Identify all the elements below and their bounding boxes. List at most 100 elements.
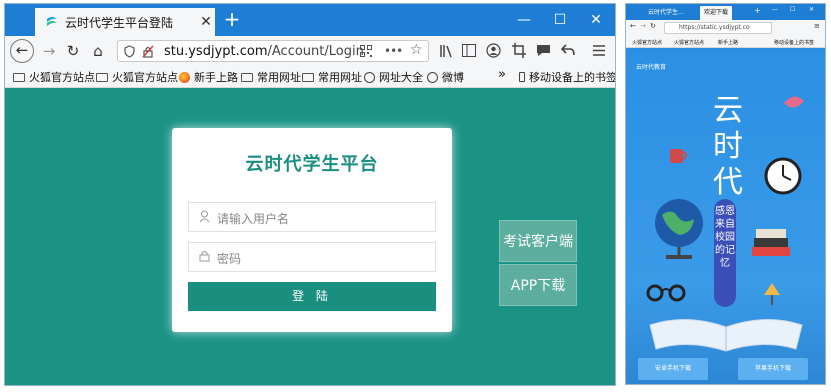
bookmark-label: 常用网址 [257, 71, 301, 84]
password-input[interactable]: 密码 [188, 242, 436, 272]
tab-login[interactable]: 云时代学生平台登陆 ✕ [35, 8, 215, 36]
reload-button[interactable]: ↻ [650, 22, 656, 30]
forward-button[interactable]: → [38, 40, 60, 62]
app-download-button[interactable]: APP下载 [499, 264, 577, 306]
hero-char: 代 [713, 165, 743, 200]
bookmark-label: 移动设备上的书签 [529, 71, 616, 84]
slogan: 感恩来自校园的记忆 [714, 199, 736, 307]
bookmark-item[interactable]: 火狐官方站点 [13, 69, 95, 85]
minimize-button[interactable]: — [506, 4, 542, 36]
ios-download-button[interactable]: 苹果手机下载 [738, 358, 808, 380]
chat-icon[interactable] [536, 44, 551, 57]
navigation-toolbar: ← → ↻ ⌂ stu.ysdjypt.com/Account/Login ••… [5, 36, 615, 66]
minimize-button[interactable]: — [772, 6, 778, 13]
lamp-icon [764, 283, 780, 305]
maximize-button[interactable]: ☐ [790, 6, 795, 13]
account-icon[interactable] [486, 43, 501, 58]
close-window-button[interactable]: ✕ [578, 4, 614, 36]
tab-close-icon[interactable]: ✕ [197, 14, 215, 30]
page-actions-icon[interactable]: ••• [384, 44, 403, 58]
home-button[interactable]: ⌂ [87, 40, 109, 62]
login-card: 云时代学生平台 请输入用户名 密码 登 陆 [172, 128, 452, 332]
browser-window-login: 云时代学生平台登陆 ✕ + — ☐ ✕ ← → ↻ ⌂ stu.ysdjypt.… [4, 3, 616, 386]
firefox-icon [179, 71, 190, 83]
undo-icon[interactable] [561, 44, 575, 56]
phone-icon [519, 72, 525, 82]
tab-bar: 云时代学生平台登陆 ✕ + — ☐ ✕ [5, 4, 615, 36]
bookmark-item[interactable]: 火狐官方站点 [674, 39, 704, 46]
mobile-bookmarks[interactable]: 移动设备上的书签 [519, 69, 616, 85]
close-window-button[interactable]: ✕ [809, 6, 814, 13]
menu-icon[interactable] [593, 45, 605, 56]
menu-icon[interactable]: ≡ [814, 22, 820, 30]
navigation-toolbar: ← → ↻ https://static.ysdjypt.co ≡ [626, 20, 825, 36]
bookmark-item[interactable]: 网址大全 [364, 69, 423, 85]
forward-button[interactable]: → [640, 22, 646, 30]
tab-bar: 云时代学生... 欢迎下载 + — ☐ ✕ [626, 4, 825, 20]
user-icon [199, 210, 210, 222]
bookmark-label: 微博 [442, 71, 464, 84]
mobile-bookmarks[interactable]: 移动设备上的书签 [774, 39, 814, 46]
bookmark-label: 新手上路 [194, 71, 238, 84]
bookmark-label: 网址大全 [379, 71, 423, 84]
bookmark-label: 火狐官方站点 [29, 71, 95, 84]
new-tab-button[interactable]: + [221, 9, 243, 31]
tab-title: 云时代学生平台登陆 [65, 15, 174, 30]
new-tab-button[interactable]: + [754, 6, 761, 15]
bookmark-item[interactable]: 新手上路 [179, 69, 238, 85]
globe-icon [364, 71, 375, 83]
folder-icon [302, 72, 314, 82]
glasses-icon [646, 284, 686, 302]
bookmark-item[interactable]: 常用网址 [302, 69, 362, 85]
books-icon [752, 229, 790, 256]
tab-student-platform[interactable]: 云时代学生... [644, 6, 688, 20]
username-input[interactable]: 请输入用户名 [188, 202, 436, 232]
globe-icon [655, 199, 703, 259]
qr-code-icon[interactable] [360, 45, 372, 57]
bookmark-label: 火狐官方站点 [112, 71, 178, 84]
site-logo-icon [47, 17, 57, 26]
bookmark-label: 常用网址 [318, 71, 362, 84]
bookmark-item[interactable]: 新手上路 [718, 39, 738, 46]
username-placeholder: 请输入用户名 [217, 212, 290, 226]
screenshot-root: 云时代学生平台登陆 ✕ + — ☐ ✕ ← → ↻ ⌂ stu.ysdjypt.… [0, 0, 831, 392]
folder-icon [96, 72, 108, 82]
brand-name: 云时代教育 [636, 64, 667, 71]
insecure-lock-icon [142, 45, 154, 58]
tab-download[interactable]: 欢迎下载 [700, 6, 733, 20]
bookmarks-toolbar: 火狐官方站点 火狐官方站点 新手上路 常用网址 常用网址 网址大全 微博 » 移… [5, 66, 615, 88]
mug-icon [670, 149, 687, 163]
ribbon-gift-icon [784, 96, 804, 108]
folder-icon [241, 72, 253, 82]
lock-icon [199, 251, 210, 262]
maximize-button[interactable]: ☐ [542, 4, 578, 36]
bookmark-item[interactable]: 火狐官方站点 [632, 39, 662, 46]
address-bar[interactable]: stu.ysdjypt.com/Account/Login ••• ☆ [117, 40, 429, 62]
bookmark-star-icon[interactable]: ☆ [410, 42, 423, 58]
browser-window-download: 云时代学生... 欢迎下载 + — ☐ ✕ ← → ↻ https://stat… [625, 3, 826, 385]
login-button[interactable]: 登 陆 [188, 282, 436, 311]
url-text: stu.ysdjypt.com/Account/Login [164, 44, 364, 59]
shield-icon [124, 45, 135, 58]
back-button[interactable]: ← [10, 39, 34, 63]
folder-icon [13, 72, 25, 82]
login-title: 云时代学生平台 [245, 154, 379, 175]
globe-icon [427, 71, 438, 83]
sidebar-icon[interactable] [462, 44, 476, 57]
clock-icon [764, 157, 802, 195]
library-icon[interactable] [439, 44, 453, 58]
back-button[interactable]: ← [630, 22, 636, 30]
crop-icon[interactable] [512, 43, 526, 58]
address-bar[interactable]: https://static.ysdjypt.co [664, 22, 772, 34]
reload-button[interactable]: ↻ [62, 40, 84, 62]
bookmarks-overflow-icon[interactable]: » [498, 67, 506, 82]
android-download-button[interactable]: 安卓手机下载 [638, 358, 708, 380]
download-page: 云时代教育 云 时 代 感恩来自校园的记忆 安卓手机下载 苹果手机下载 [626, 49, 825, 384]
open-book-icon [649, 318, 803, 352]
bookmark-item[interactable]: 火狐官方站点 [96, 69, 178, 85]
bookmark-item[interactable]: 常用网址 [241, 69, 301, 85]
bookmarks-toolbar: 火狐官方站点 火狐官方站点 新手上路 移动设备上的书签 [626, 36, 825, 48]
bookmark-item[interactable]: 微博 [427, 69, 464, 85]
password-placeholder: 密码 [217, 252, 242, 266]
exam-client-button[interactable]: 考试客户端 [499, 220, 577, 262]
